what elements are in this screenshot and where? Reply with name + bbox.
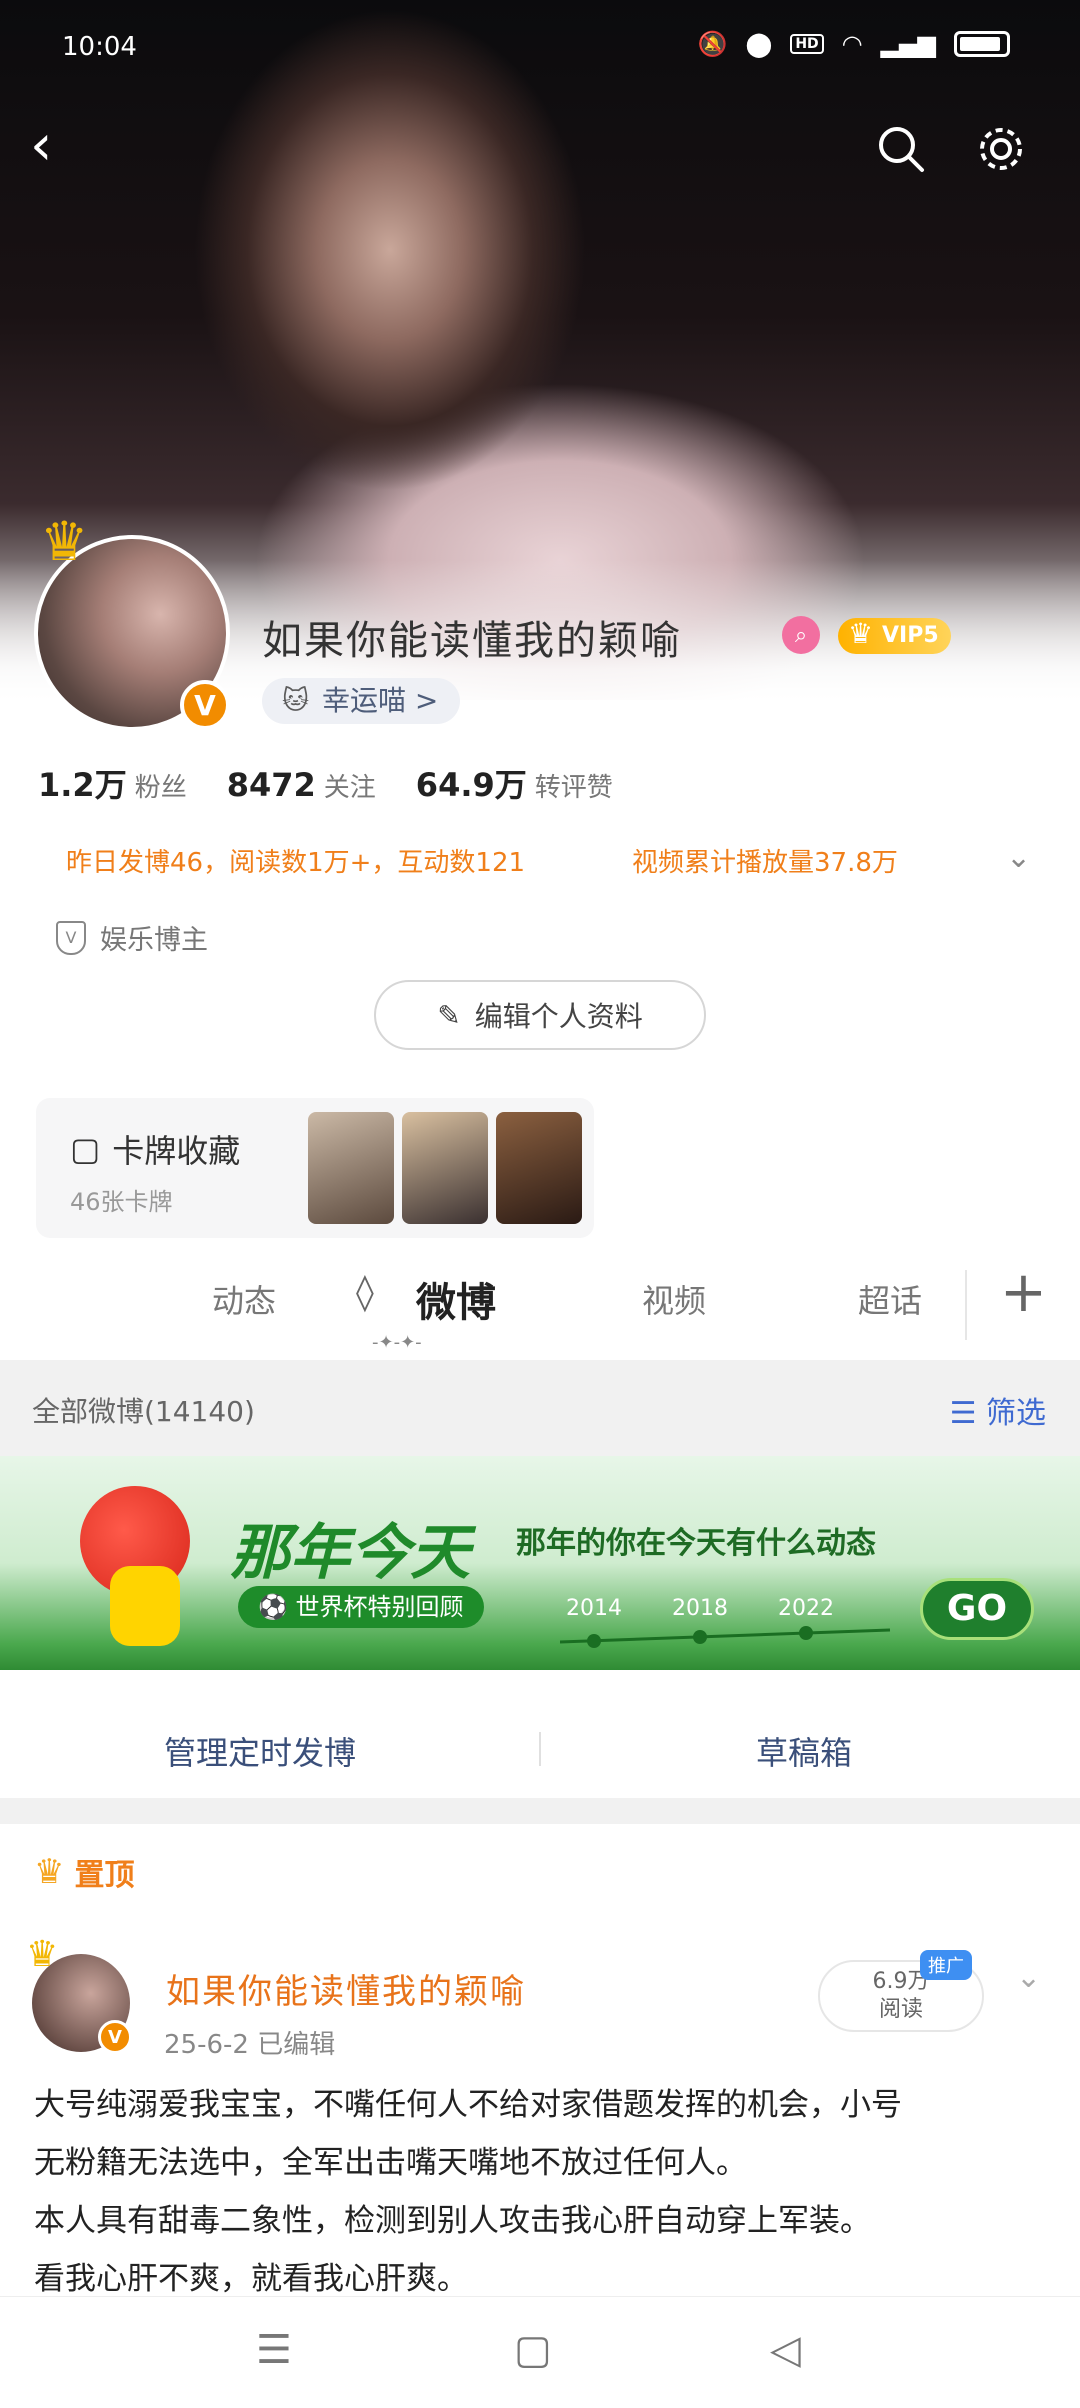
profile-tabs: 动态 微博 ◊ -✦-✦- 视频 超话 + (0, 1250, 1080, 1360)
pencil-icon: ✎ (437, 998, 461, 1032)
banner-go-button[interactable]: GO (920, 1578, 1034, 1640)
profile-nickname: 如果你能读懂我的颖喻 (262, 618, 682, 664)
back-icon[interactable]: ‹ (30, 118, 52, 174)
battery-icon (954, 31, 1010, 57)
memory-banner[interactable]: 那年今天 那年的你在今天有什么动态 ⚽ 世界杯特别回顾 2014 2018 20… (0, 1456, 1080, 1670)
role-tag[interactable]: V 娱乐博主 (56, 918, 208, 957)
tab-supertopic[interactable]: 超话 (858, 1276, 922, 1322)
stat-following[interactable]: 8472 关注 (227, 766, 376, 804)
mascot-body (110, 1566, 180, 1646)
filter-icon: ☰ (949, 1396, 986, 1431)
verified-badge: V (180, 680, 230, 730)
tab-divider (965, 1270, 967, 1340)
role-tag-label: 娱乐博主 (100, 925, 208, 956)
chevron-down-icon[interactable]: ⌄ (1016, 1960, 1041, 1995)
home-icon[interactable]: ▢ (514, 2327, 552, 2373)
tab-weibo[interactable]: 微博 (416, 1270, 496, 1328)
hd-icon: HD (790, 34, 824, 54)
post-actions: 管理定时发博 草稿箱 (0, 1698, 1080, 1798)
all-weibo-label[interactable]: 全部微博(14140) (32, 1390, 255, 1430)
post-author[interactable]: 如果你能读懂我的颖喻 (166, 1964, 526, 2013)
banner-year: 2018 (672, 1596, 728, 1621)
timeline-line (560, 1626, 891, 1648)
card-collection[interactable]: ▢ 卡牌收藏 46张卡牌 (36, 1098, 594, 1238)
card-thumb[interactable] (402, 1112, 488, 1224)
system-nav-bar: ☰ ▢ ◁ (0, 2296, 1080, 2408)
post-read-label: 阅读 (878, 1997, 923, 2022)
schedule-posts-button[interactable]: 管理定时发博 (164, 1728, 356, 1774)
tab-feed[interactable]: 动态 (212, 1276, 276, 1322)
tab-underline: -✦-✦- (372, 1332, 422, 1353)
banner-subtitle: 那年的你在今天有什么动态 (516, 1526, 876, 1561)
banner-year: 2022 (778, 1596, 834, 1621)
status-bar: 10:04 🔕 ⬤ HD ◠ ▂▄▆ (0, 28, 1080, 68)
vip-badge[interactable]: VIP5 (838, 616, 951, 654)
signal-icon: ▂▄▆ (880, 30, 936, 58)
gear-icon[interactable] (976, 124, 1026, 174)
drafts-button[interactable]: 草稿箱 (756, 1728, 852, 1774)
back-nav-icon[interactable]: ◁ (770, 2327, 801, 2373)
wifi-icon: ◠ (841, 30, 863, 58)
pinned-label: ♛ 置顶 (34, 1852, 135, 1893)
crown-icon: ♛ (40, 510, 89, 573)
post-text[interactable]: 大号纯溺爱我宝宝，不嘴任何人不给对家借题发挥的机会，小号 无粉籍无法选中，全军出… (34, 2076, 1054, 2308)
card-thumb[interactable] (496, 1112, 582, 1224)
lucky-tag[interactable]: 幸运喵 > (262, 678, 461, 724)
post-line: 无粉籍无法选中，全军出击嘴天嘴地不放过任何人。 (34, 2145, 747, 2181)
verified-badge: V (98, 2020, 132, 2054)
section-gap (0, 1798, 1080, 1824)
actions-divider (539, 1732, 541, 1766)
banner-year: 2014 (566, 1596, 622, 1621)
mute-icon: 🔕 (697, 30, 728, 58)
status-icons: 🔕 ⬤ HD ◠ ▂▄▆ (698, 30, 1010, 58)
all-weibo-bar: 全部微博(14140) ☰ 筛选 (0, 1360, 1080, 1456)
search-badge-icon[interactable]: ⌕ (782, 616, 820, 654)
tab-video[interactable]: 视频 (642, 1276, 706, 1322)
card-thumb[interactable] (308, 1112, 394, 1224)
edit-profile-button[interactable]: ✎ 编辑个人资料 (374, 980, 706, 1050)
diamond-icon: ◊ (356, 1272, 374, 1313)
stat-interactions[interactable]: 64.9万 转评赞 (416, 760, 613, 806)
crown-icon: ♛ (26, 1934, 59, 1975)
filter-button[interactable]: ☰ 筛选 (950, 1388, 1046, 1432)
card-icon: ▢ (70, 1130, 101, 1168)
summary-yesterday[interactable]: 昨日发博46，阅读数1万+，互动数121 (66, 842, 525, 879)
banner-title: 那年今天 (230, 1518, 470, 1588)
post-line: 本人具有甜毒二象性，检测到别人攻击我心肝自动穿上军装。 (34, 2203, 871, 2239)
promo-badge[interactable]: 推广 (920, 1950, 972, 1980)
edit-profile-label: 编辑个人资料 (474, 1000, 643, 1033)
banner-pill: ⚽ 世界杯特别回顾 (238, 1586, 484, 1628)
menu-icon[interactable]: ☰ (256, 2327, 292, 2373)
search-icon[interactable] (876, 124, 926, 174)
summary-video[interactable]: 视频累计播放量37.8万 (632, 842, 898, 879)
location-icon: ⬤ (745, 30, 773, 58)
status-time: 10:04 (62, 32, 137, 62)
chevron-down-icon[interactable]: ⌄ (1006, 840, 1031, 875)
crown-icon: ♛ (34, 1852, 65, 1892)
stat-fans[interactable]: 1.2万 粉丝 (38, 760, 187, 806)
post-meta: 25-6-2 已编辑 (164, 2030, 336, 2060)
card-collection-count: 46张卡牌 (70, 1188, 173, 1216)
shield-icon: V (56, 920, 86, 955)
card-collection-title: ▢ 卡牌收藏 (70, 1130, 241, 1170)
add-tab-icon[interactable]: + (1000, 1260, 1047, 1325)
profile-stats: 1.2万 粉丝 8472 关注 64.9万 转评赞 (38, 760, 613, 806)
post-line: 大号纯溺爱我宝宝，不嘴任何人不给对家借题发挥的机会，小号 (34, 2087, 902, 2123)
